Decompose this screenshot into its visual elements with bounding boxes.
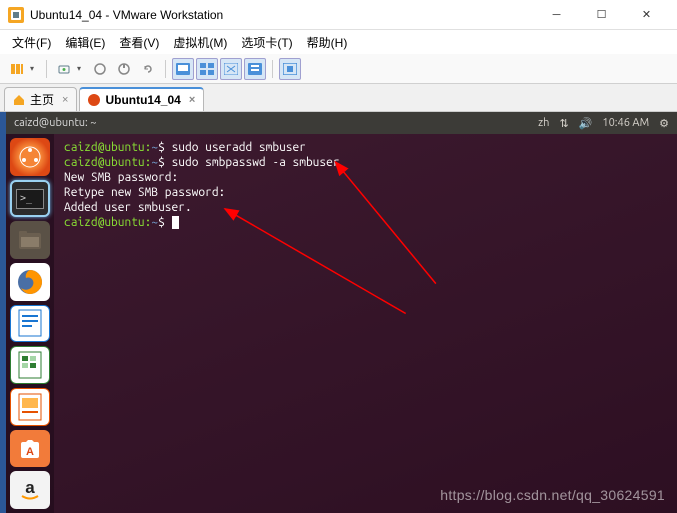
toolbar: ▾ ▾	[0, 54, 677, 84]
libreoffice-impress-icon[interactable]	[10, 388, 50, 426]
fullscreen-button[interactable]	[279, 58, 301, 80]
stretch-button[interactable]	[220, 58, 242, 80]
toolbar-separator	[46, 60, 47, 78]
power-dropdown[interactable]: ▾	[77, 64, 87, 73]
menu-tabs[interactable]: 选项卡(T)	[235, 31, 298, 54]
home-icon	[13, 94, 25, 106]
toolbar-separator	[272, 60, 273, 78]
prompt-user: caizd@ubuntu	[64, 141, 145, 154]
ubuntu-icon	[88, 94, 100, 106]
ubuntu-desktop: >_ A a	[6, 134, 677, 513]
ubuntu-software-icon[interactable]: A	[10, 430, 50, 468]
svg-text:A: A	[26, 446, 34, 458]
power-button[interactable]	[53, 58, 75, 80]
library-button[interactable]	[6, 58, 28, 80]
terminal-line: Added user smbuser.	[64, 200, 667, 215]
libreoffice-writer-icon[interactable]	[10, 305, 50, 343]
terminal-cursor	[172, 216, 179, 229]
console-view-button[interactable]	[172, 58, 194, 80]
thumbnail-button[interactable]	[196, 58, 218, 80]
clock[interactable]: 10:46 AM	[602, 117, 649, 129]
maximize-button[interactable]: ☐	[579, 1, 624, 29]
tab-home-label: 主页	[30, 91, 54, 108]
snapshot-button[interactable]	[113, 58, 135, 80]
tab-close-icon[interactable]: ×	[62, 94, 68, 106]
files-icon[interactable]	[10, 221, 50, 259]
window-controls: ─ ☐ ✕	[534, 1, 669, 29]
menu-view[interactable]: 查看(V)	[113, 31, 165, 54]
tabs-row: 主页 × Ubuntu14_04 ×	[0, 84, 677, 112]
command-text: sudo useradd smbuser	[172, 141, 306, 154]
dash-icon[interactable]	[10, 138, 50, 176]
terminal-line: New SMB password:	[64, 170, 667, 185]
menubar: 文件(F) 编辑(E) 查看(V) 虚拟机(M) 选项卡(T) 帮助(H)	[0, 30, 677, 54]
menu-vm[interactable]: 虚拟机(M)	[167, 31, 233, 54]
gnome-window-title: caizd@ubuntu: ~	[14, 117, 97, 129]
amazon-icon[interactable]: a	[10, 471, 50, 509]
guest-screen[interactable]: caizd@ubuntu: ~ zh ⇅ 🔊 10:46 AM ⚙ >_	[6, 112, 677, 513]
minimize-button[interactable]: ─	[534, 1, 579, 29]
terminal-line: Retype new SMB password:	[64, 185, 667, 200]
ubuntu-top-panel: caizd@ubuntu: ~ zh ⇅ 🔊 10:46 AM ⚙	[6, 112, 677, 134]
menu-file[interactable]: 文件(F)	[6, 31, 57, 54]
menu-help[interactable]: 帮助(H)	[301, 31, 354, 54]
session-icon[interactable]: ⚙	[659, 117, 669, 130]
tab-vm[interactable]: Ubuntu14_04 ×	[79, 87, 204, 111]
terminal-icon[interactable]: >_	[10, 180, 50, 218]
toolbar-separator	[165, 60, 166, 78]
vm-display: caizd@ubuntu: ~ zh ⇅ 🔊 10:46 AM ⚙ >_	[0, 112, 677, 513]
vmware-icon	[8, 7, 24, 23]
menu-edit[interactable]: 编辑(E)	[59, 31, 111, 54]
svg-text:a: a	[25, 478, 35, 497]
sound-icon[interactable]: 🔊	[579, 117, 593, 130]
titlebar: Ubuntu14_04 - VMware Workstation ─ ☐ ✕	[0, 0, 677, 30]
window-title: Ubuntu14_04 - VMware Workstation	[30, 8, 534, 22]
revert-button[interactable]	[137, 58, 159, 80]
tab-close-icon[interactable]: ×	[189, 94, 195, 106]
tab-vm-label: Ubuntu14_04	[105, 93, 180, 107]
command-text: sudo smbpasswd -a smbuser	[172, 156, 340, 169]
input-method-indicator[interactable]: zh	[538, 117, 549, 129]
close-button[interactable]: ✕	[624, 1, 669, 29]
libreoffice-calc-icon[interactable]	[10, 346, 50, 384]
network-icon[interactable]: ⇅	[559, 117, 568, 130]
unity-button[interactable]	[244, 58, 266, 80]
unity-launcher: >_ A a	[6, 134, 54, 513]
suspend-button[interactable]	[89, 58, 111, 80]
library-dropdown[interactable]: ▾	[30, 64, 40, 73]
tab-home[interactable]: 主页 ×	[4, 87, 77, 111]
terminal-output[interactable]: caizd@ubuntu:~$ sudo useradd smbuser cai…	[54, 134, 677, 513]
firefox-icon[interactable]	[10, 263, 50, 301]
watermark: https://blog.csdn.net/qq_30624591	[440, 488, 665, 503]
